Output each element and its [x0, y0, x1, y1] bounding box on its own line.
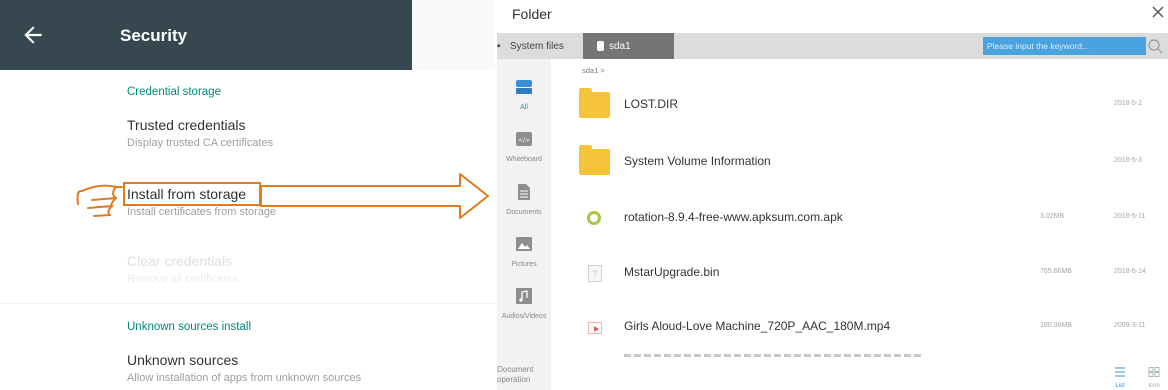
pref-summary: Display trusted CA certificates	[127, 137, 274, 149]
doc-op-label: Document	[497, 365, 534, 374]
file-row[interactable]: ? MstarUpgrade.bin 765.66MB 2018-6-14	[551, 248, 1168, 300]
tab-sda1[interactable]: sda1	[583, 33, 674, 59]
category-credential-storage: Credential storage	[127, 86, 221, 98]
sidebar-item-label: Audios/Videos	[501, 313, 547, 320]
list-view-button[interactable]: List	[1109, 364, 1131, 389]
file-size: 3.02MB	[1040, 213, 1065, 220]
file-date: 2018-5-11	[1114, 213, 1146, 220]
pref-summary: Install certificates from storage	[127, 206, 277, 218]
view-label: Icon	[1148, 383, 1160, 389]
file-row[interactable]: Girls Aloud-Love Machine_720P_AAC_180M.m…	[551, 302, 1168, 354]
pref-title: Clear credentials	[127, 253, 233, 269]
sidebar-item-label: All	[520, 104, 528, 111]
category-unknown-sources: Unknown sources install	[127, 321, 252, 333]
file-date: 2009-3-11	[1114, 322, 1146, 329]
icon-view-button[interactable]: Icon	[1143, 364, 1165, 389]
folder-icon	[579, 145, 610, 175]
file-date: 2018-5-2	[1114, 100, 1143, 107]
search-icon[interactable]	[1146, 37, 1164, 55]
sidebar-item-documents[interactable]: Documents	[497, 183, 551, 216]
doc-op-label-2: operation	[497, 375, 531, 384]
pref-summary: Remove all certificates	[127, 273, 238, 285]
usb-drive-icon	[597, 41, 604, 51]
file-row-partial[interactable]	[551, 354, 1168, 362]
security-settings-panel: Security Credential storage Trusted cred…	[0, 0, 495, 390]
pref-trusted-credentials[interactable]: Trusted credentials Display trusted CA c…	[127, 117, 447, 149]
app-bar: Security	[0, 0, 412, 70]
file-name: MstarUpgrade.bin	[624, 265, 720, 279]
file-row[interactable]: rotation-8.9.4-free-www.apksum.com.apk 3…	[551, 193, 1168, 245]
video-file-icon	[588, 322, 602, 334]
sidebar-item-pictures[interactable]: Pictures	[497, 235, 551, 268]
view-label: List	[1115, 383, 1125, 389]
file-date: 2018-5-3	[1114, 157, 1143, 164]
pref-unknown-sources[interactable]: Unknown sources Allow installation of ap…	[127, 352, 447, 384]
file-name: Girls Aloud-Love Machine_720P_AAC_180M.m…	[624, 319, 891, 333]
document-operation-button[interactable]: Document operation	[497, 365, 533, 385]
page-title: Security	[120, 26, 188, 45]
picture-icon	[516, 237, 532, 251]
file-name-clipped	[624, 354, 924, 357]
dialog-title: Folder	[512, 6, 552, 22]
file-name: System Volume Information	[624, 154, 771, 168]
sidebar-item-label: Whiteboard	[506, 156, 542, 163]
file-row[interactable]: LOST.DIR 2018-5-2	[551, 80, 1168, 132]
settings-list: Credential storage Trusted credentials D…	[0, 70, 495, 390]
whiteboard-icon: </>	[516, 132, 532, 146]
sidebar-item-whiteboard[interactable]: </> Whiteboard	[497, 130, 551, 163]
svg-text:</>: </>	[518, 137, 530, 144]
grid-view-icon	[1148, 367, 1160, 377]
apk-file-icon	[587, 211, 601, 225]
file-size: 765.66MB	[1040, 268, 1072, 275]
music-icon	[516, 288, 532, 304]
tab-system-files[interactable]: ▪ System files	[497, 33, 564, 59]
file-size: 180.36MB	[1040, 322, 1072, 329]
divider	[0, 303, 495, 304]
sidebar-item-all[interactable]: All	[497, 78, 551, 111]
system-files-icon: ▪	[497, 40, 501, 52]
sidebar-item-label: Documents	[506, 209, 542, 216]
tab-label: sda1	[609, 40, 631, 52]
category-sidebar: All </> Whiteboard Documents Pictures Au…	[497, 59, 551, 390]
sidebar-item-audio-video[interactable]: Audios/Videos	[497, 287, 551, 320]
pref-clear-credentials: Clear credentials Remove all certificate…	[127, 253, 447, 285]
unknown-file-icon: ?	[588, 265, 602, 282]
tab-label: System files	[510, 40, 564, 52]
drive-icon	[516, 80, 532, 94]
document-icon	[518, 184, 530, 200]
file-date: 2018-6-14	[1114, 268, 1146, 275]
screenshot: Security Credential storage Trusted cred…	[0, 0, 1168, 390]
back-arrow-icon[interactable]	[20, 22, 46, 48]
search-input[interactable]	[983, 37, 1146, 55]
sidebar-item-label: Pictures	[511, 261, 537, 268]
pref-summary: Allow installation of apps from unknown …	[127, 372, 362, 384]
highlight-box	[123, 182, 261, 206]
breadcrumb: sda1 >	[582, 66, 605, 75]
file-name: rotation-8.9.4-free-www.apksum.com.apk	[624, 210, 843, 224]
pref-title: Unknown sources	[127, 352, 239, 368]
close-icon[interactable]	[1150, 4, 1166, 20]
location-bar: ▪ System files sda1	[497, 33, 1168, 59]
file-row[interactable]: System Volume Information 2018-5-3	[551, 137, 1168, 189]
pref-title: Trusted credentials	[127, 117, 246, 133]
folder-icon	[579, 88, 610, 118]
folder-dialog: Folder ▪ System files sda1 Please input …	[497, 0, 1168, 390]
file-name: LOST.DIR	[624, 97, 679, 111]
list-view-icon	[1115, 367, 1125, 377]
